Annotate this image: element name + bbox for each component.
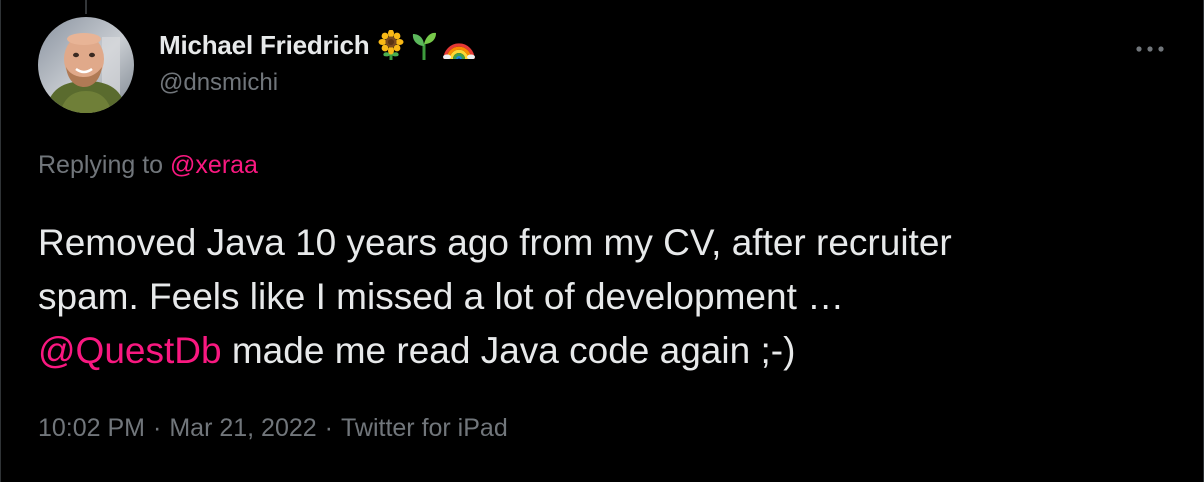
tweet-text-line: spam. Feels like I missed a lot of devel… <box>38 276 845 317</box>
replying-to-mention-link[interactable]: @xeraa <box>170 151 258 179</box>
display-name[interactable]: Michael Friedrich <box>159 30 370 61</box>
tweet-date-link[interactable]: Mar 21, 2022 <box>169 414 316 442</box>
seedling-icon <box>413 32 437 60</box>
replying-to: Replying to @xeraa <box>38 151 258 180</box>
questdb-mention-link[interactable]: @QuestDb <box>38 330 222 371</box>
tweet-text: Removed Java 10 years ago from my CV, af… <box>38 216 1178 378</box>
rainbow-icon <box>443 43 476 59</box>
tweet-text-line: Removed Java 10 years ago from my CV, af… <box>38 222 952 263</box>
user-handle[interactable]: @dnsmichi <box>159 69 475 97</box>
tweet-text-segment: made me read Java code again ;-) <box>221 330 796 371</box>
tweet-card: Michael Friedrich @dnsmichi Replying to … <box>0 0 1204 482</box>
more-options-button[interactable] <box>1135 34 1165 64</box>
replying-to-label: Replying to <box>38 151 164 179</box>
name-row: Michael Friedrich <box>159 25 476 65</box>
avatar[interactable] <box>38 17 134 113</box>
tweet-text-line: @QuestDb made me read Java code again ;-… <box>38 324 1178 378</box>
author-block: Michael Friedrich @dnsmichi <box>159 25 476 97</box>
tweet-time-link[interactable]: 10:02 PM <box>38 414 145 442</box>
sunflower-icon <box>378 30 404 60</box>
name-emojis <box>377 30 476 60</box>
tweet-metadata: 10:02 PM · Mar 21, 2022 · Twitter for iPad <box>38 414 508 443</box>
thread-connector-line <box>85 0 87 14</box>
meta-separator: · <box>153 414 162 442</box>
more-icon <box>1136 46 1164 52</box>
tweet-source-link[interactable]: Twitter for iPad <box>341 414 508 442</box>
meta-separator: · <box>324 414 333 442</box>
